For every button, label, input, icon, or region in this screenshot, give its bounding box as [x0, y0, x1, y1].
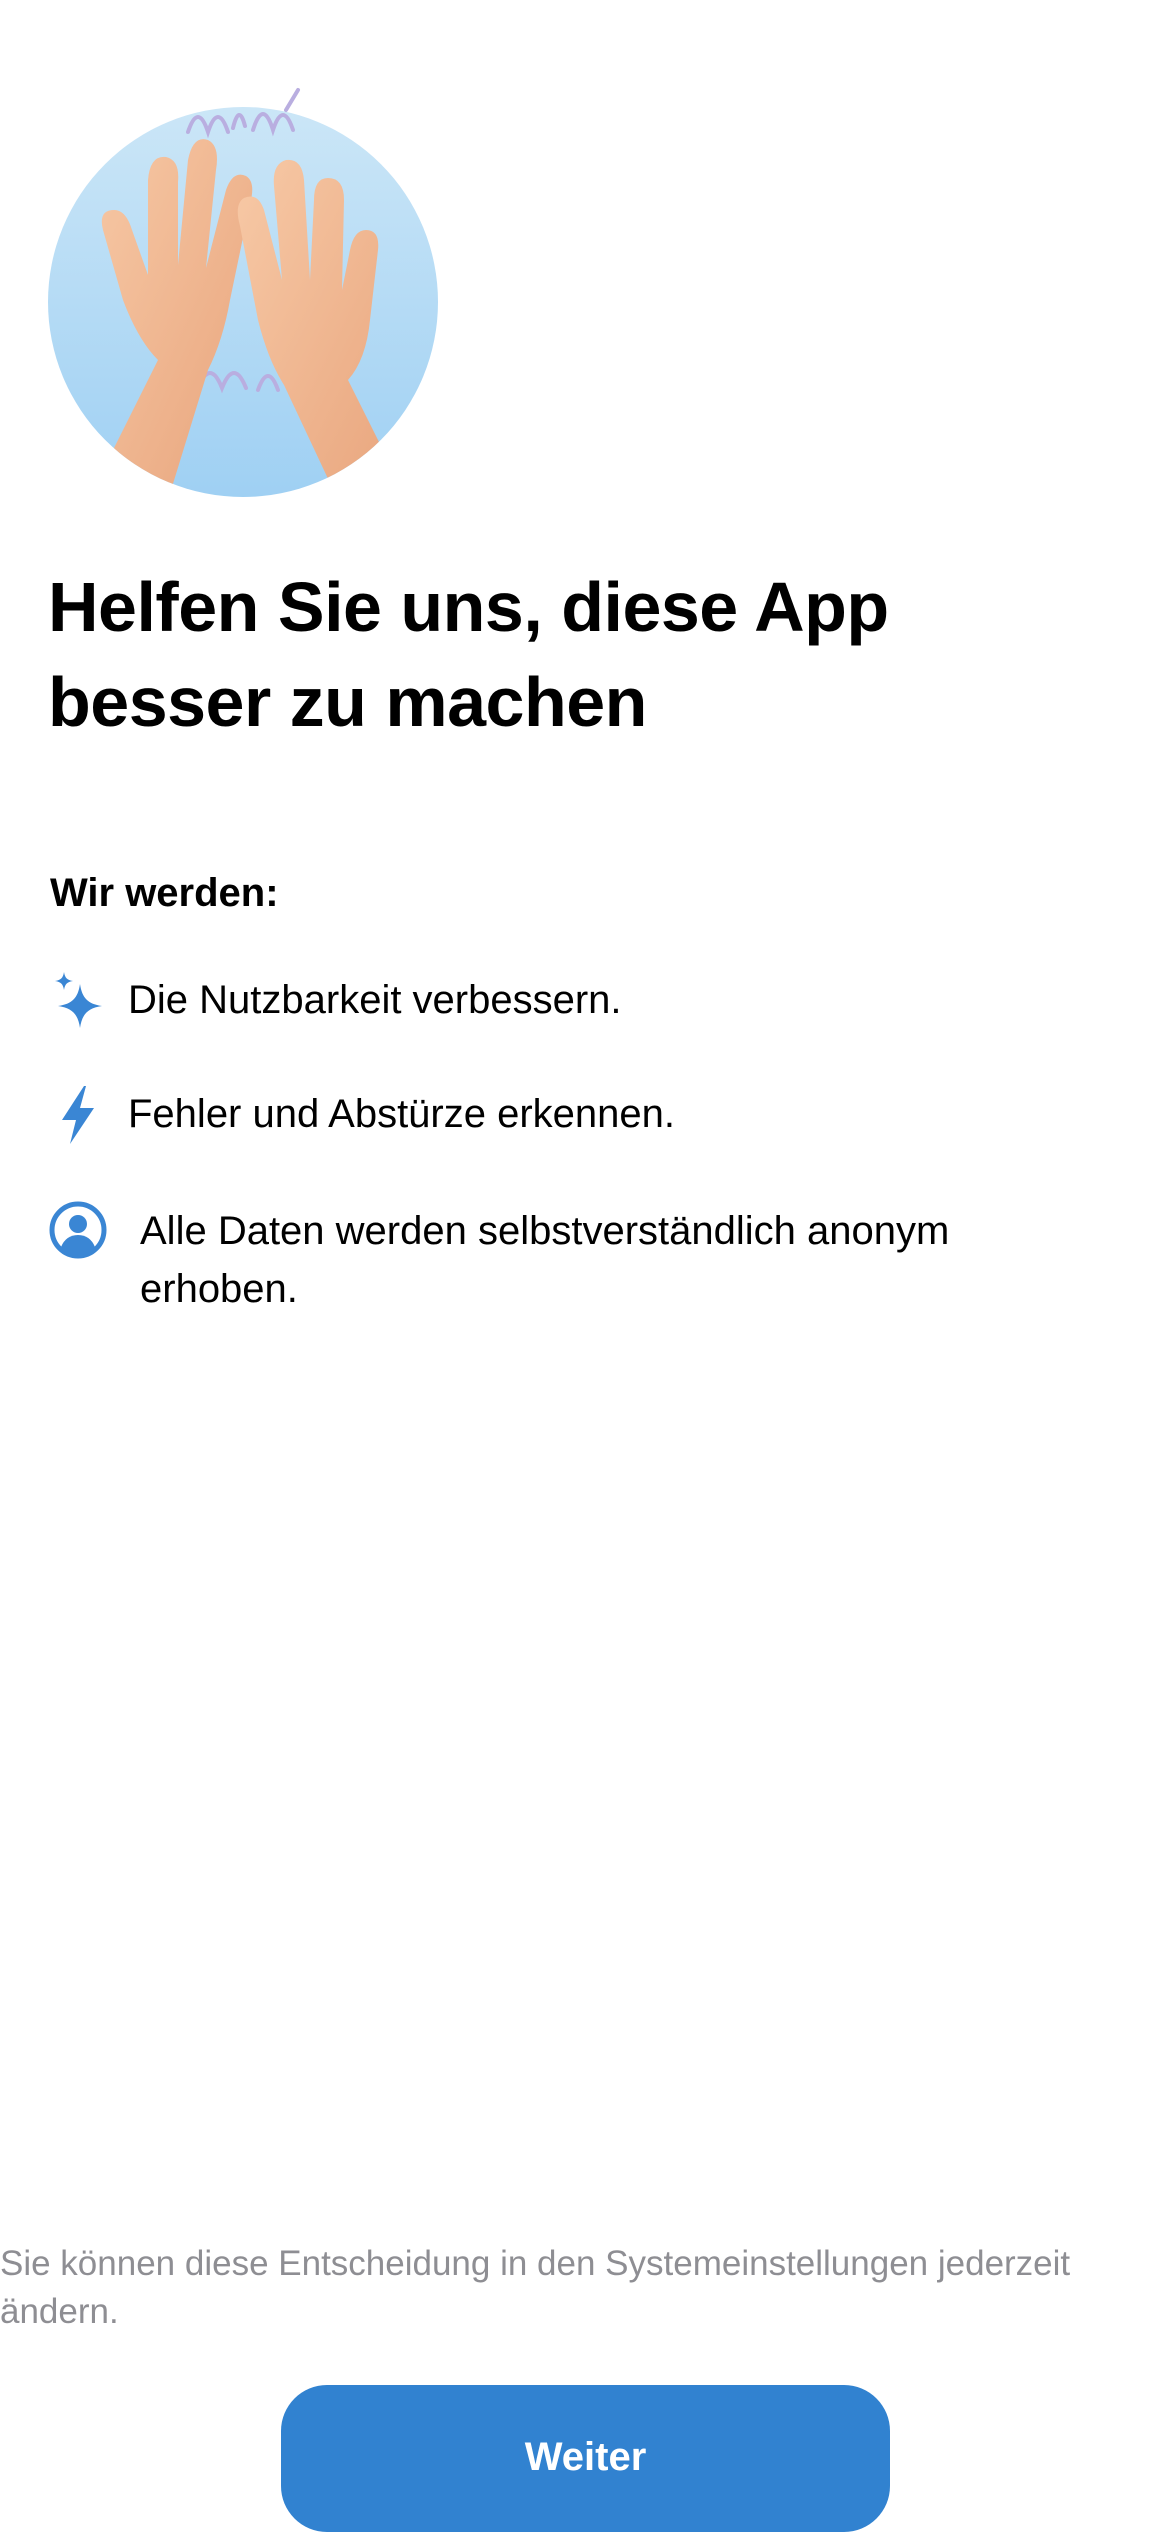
feature-item-crash-detection: Fehler und Abstürze erkennen.	[48, 1085, 675, 1145]
settings-footnote: Sie können diese Entscheidung in den Sys…	[0, 2244, 1071, 2331]
sparkles-icon	[48, 970, 108, 1030]
section-heading: Wir werden:	[50, 871, 279, 915]
bolt-icon	[48, 1085, 108, 1145]
feature-text: Fehler und Abstürze erkennen.	[128, 1092, 676, 1136]
high-five-hands-icon	[48, 88, 438, 497]
feature-text: Alle Daten werden selbstverständlich ano…	[140, 1209, 950, 1311]
page-title: Helfen Sie uns, diese App besser zu mach…	[48, 568, 889, 741]
high-five-hero-illustration	[48, 70, 438, 500]
feature-item-usability: Die Nutzbarkeit verbessern.	[48, 970, 622, 1030]
continue-button[interactable]: Weiter	[281, 2385, 890, 2532]
feature-text: Die Nutzbarkeit verbessern.	[128, 978, 622, 1022]
feature-item-anonymous-data: Alle Daten werden selbstverständlich ano…	[48, 1200, 1088, 1318]
person-circle-icon	[48, 1200, 108, 1260]
